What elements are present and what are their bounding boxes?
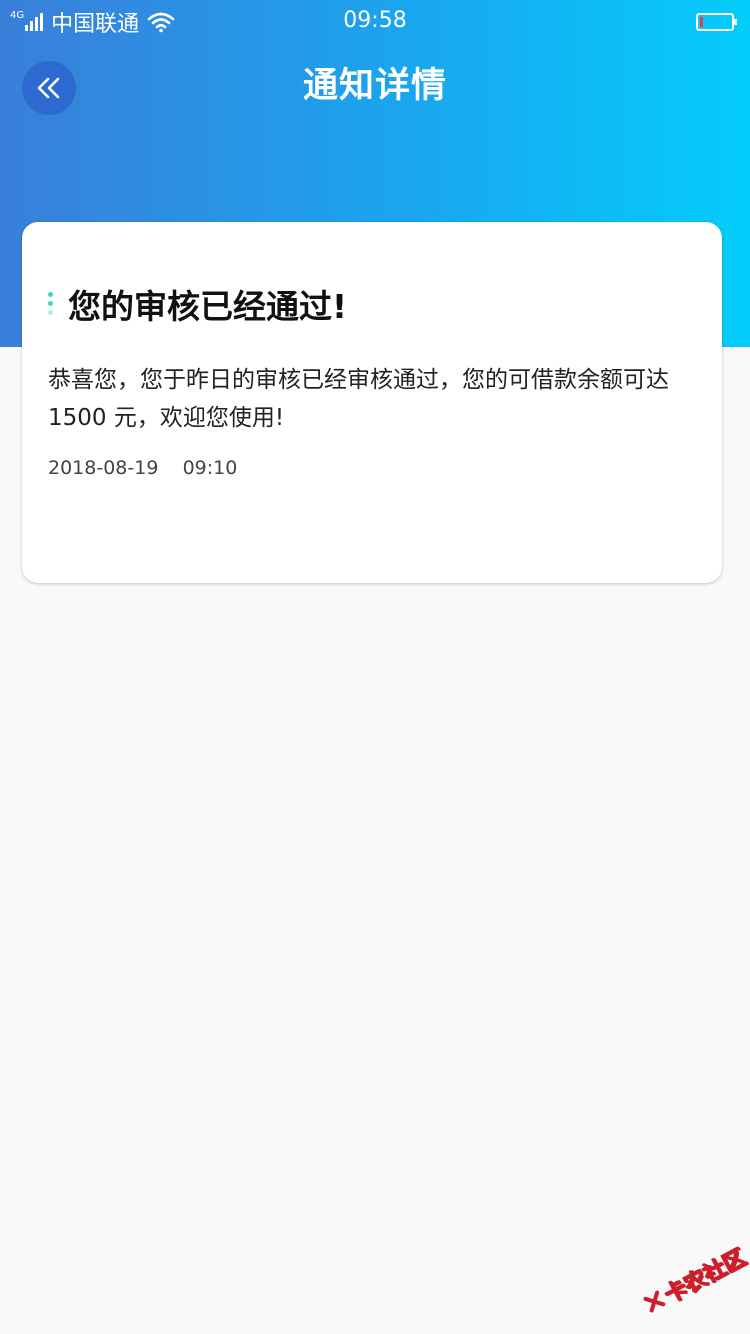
status-time: 09:58 <box>343 8 407 33</box>
title-accent-dots <box>48 292 54 319</box>
notification-time: 09:10 <box>182 457 238 479</box>
page-title: 通知详情 <box>302 66 447 106</box>
notification-card: 您的审核已经通过! 恭喜您，您于昨日的审核已经审核通过，您的可借款余额可达 15… <box>22 222 722 583</box>
notification-date: 2018-08-19 <box>48 457 159 479</box>
notification-body: 恭喜您，您于昨日的审核已经审核通过，您的可借款余额可达 1500 元，欢迎您使用… <box>48 367 669 431</box>
notification-timestamp: 2018-08-19 09:10 <box>48 455 237 481</box>
battery-icon <box>696 13 737 31</box>
watermark: 卡农社区 <box>631 1226 750 1334</box>
notification-title: 您的审核已经通过! <box>68 287 348 326</box>
watermark-text: 卡农社区 <box>661 1245 750 1309</box>
status-bar: 4G 中国联通 09:58 <box>0 0 750 44</box>
